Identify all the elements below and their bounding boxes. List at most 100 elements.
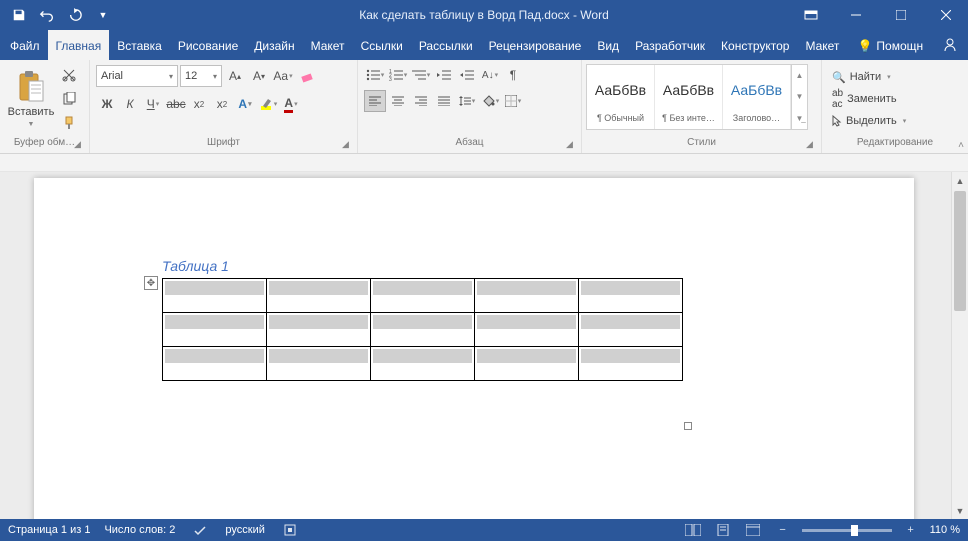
paste-button[interactable]: Вставить ▼ <box>6 64 56 134</box>
increase-indent-button[interactable] <box>456 64 478 86</box>
ribbon-display-button[interactable] <box>788 0 833 30</box>
table-row[interactable] <box>163 347 683 381</box>
zoom-slider-knob[interactable] <box>851 525 858 536</box>
status-word-count[interactable]: Число слов: 2 <box>104 524 175 536</box>
zoom-out-button[interactable]: − <box>772 521 794 539</box>
table-row[interactable] <box>163 313 683 347</box>
status-language[interactable]: русский <box>225 524 264 536</box>
replace-button[interactable]: abacЗаменить <box>828 88 901 110</box>
styles-expand[interactable]: ▼̲ <box>792 108 807 129</box>
bold-button[interactable]: Ж <box>96 93 118 115</box>
styles-scroll-down[interactable]: ▼ <box>792 86 807 107</box>
align-center-button[interactable] <box>387 90 409 112</box>
paragraph-dialog-launcher[interactable]: ◢ <box>566 139 578 151</box>
qat-customize-button[interactable]: ▼ <box>90 2 116 28</box>
status-page[interactable]: Страница 1 из 1 <box>8 524 90 536</box>
justify-button[interactable] <box>433 90 455 112</box>
grow-font-button[interactable]: A▴ <box>224 65 246 87</box>
highlight-button[interactable] <box>257 93 279 115</box>
read-mode-button[interactable] <box>682 521 704 539</box>
styles-dialog-launcher[interactable]: ◢ <box>806 139 818 151</box>
tab-home[interactable]: Главная <box>48 30 110 60</box>
save-button[interactable] <box>6 2 32 28</box>
style-no-spacing[interactable]: АаБбВв¶ Без инте… <box>655 65 723 129</box>
minimize-button[interactable] <box>833 0 878 30</box>
document-workspace[interactable]: Таблица 1 ✥ <box>0 172 951 519</box>
underline-button[interactable]: Ч <box>142 93 164 115</box>
italic-button[interactable]: К <box>119 93 141 115</box>
page: Таблица 1 ✥ <box>34 178 914 519</box>
scroll-thumb[interactable] <box>954 191 966 311</box>
shrink-font-button[interactable]: A▾ <box>248 65 270 87</box>
align-left-button[interactable] <box>364 90 386 112</box>
collapse-ribbon-button[interactable]: ˄ <box>958 140 964 151</box>
tab-view[interactable]: Вид <box>589 30 627 60</box>
print-layout-button[interactable] <box>712 521 734 539</box>
sort-button[interactable]: A↓ <box>479 64 501 86</box>
font-color-button[interactable]: A <box>280 93 302 115</box>
maximize-button[interactable] <box>878 0 923 30</box>
tab-table-layout[interactable]: Макет <box>797 30 847 60</box>
tab-draw[interactable]: Рисование <box>170 30 246 60</box>
close-button[interactable] <box>923 0 968 30</box>
zoom-slider[interactable] <box>802 529 892 532</box>
tab-references[interactable]: Ссылки <box>353 30 411 60</box>
shading-button[interactable] <box>479 90 501 112</box>
scroll-up-button[interactable]: ▲ <box>952 172 968 189</box>
styles-scroll-up[interactable]: ▲ <box>792 65 807 86</box>
change-case-button[interactable]: Aa <box>272 65 294 87</box>
line-spacing-button[interactable] <box>456 90 478 112</box>
copy-button[interactable] <box>58 88 80 110</box>
borders-button[interactable] <box>502 90 524 112</box>
redo-button[interactable] <box>62 2 88 28</box>
zoom-in-button[interactable]: + <box>900 521 922 539</box>
table-caption[interactable]: Таблица 1 <box>162 258 683 274</box>
lightbulb-icon: 💡 <box>857 39 872 53</box>
multilevel-list-button[interactable] <box>410 64 432 86</box>
vertical-scrollbar[interactable]: ▲ ▼ <box>951 172 968 519</box>
subscript-button[interactable]: x2 <box>188 93 210 115</box>
paste-label: Вставить <box>8 106 55 118</box>
cut-button[interactable] <box>58 64 80 86</box>
table-move-handle[interactable]: ✥ <box>144 276 158 290</box>
bullets-button[interactable] <box>364 64 386 86</box>
table-resize-handle[interactable] <box>684 422 692 430</box>
find-button[interactable]: 🔍Найти▾ <box>828 66 895 88</box>
font-dialog-launcher[interactable]: ◢ <box>342 139 354 151</box>
scroll-track[interactable] <box>952 189 968 502</box>
text-effects-button[interactable]: A <box>234 93 256 115</box>
tab-mailings[interactable]: Рассылки <box>411 30 481 60</box>
macro-record-button[interactable] <box>279 521 301 539</box>
tab-review[interactable]: Рецензирование <box>481 30 590 60</box>
scroll-down-button[interactable]: ▼ <box>952 502 968 519</box>
web-layout-button[interactable] <box>742 521 764 539</box>
select-button[interactable]: Выделить▾ <box>828 110 910 132</box>
document-table[interactable] <box>162 278 683 381</box>
table-row[interactable] <box>163 279 683 313</box>
numbering-button[interactable]: 123 <box>387 64 409 86</box>
align-right-button[interactable] <box>410 90 432 112</box>
decrease-indent-button[interactable] <box>433 64 455 86</box>
tab-insert[interactable]: Вставка <box>109 30 170 60</box>
tab-layout[interactable]: Макет <box>303 30 353 60</box>
spellcheck-button[interactable] <box>189 521 211 539</box>
tab-design[interactable]: Дизайн <box>246 30 302 60</box>
clear-formatting-button[interactable] <box>296 65 318 87</box>
strikethrough-button[interactable]: abc <box>165 93 187 115</box>
style-normal[interactable]: АаБбВв¶ Обычный <box>587 65 655 129</box>
tab-file[interactable]: Файл <box>2 30 48 60</box>
clipboard-dialog-launcher[interactable]: ◢ <box>74 139 86 151</box>
tell-me-search[interactable]: 💡Помощн <box>849 30 931 60</box>
share-button[interactable] <box>931 30 968 60</box>
font-name-combo[interactable]: Arial▾ <box>96 65 178 87</box>
show-marks-button[interactable]: ¶ <box>502 64 524 86</box>
superscript-button[interactable]: x2 <box>211 93 233 115</box>
tab-developer[interactable]: Разработчик <box>627 30 713 60</box>
format-painter-button[interactable] <box>58 112 80 134</box>
style-heading1[interactable]: АаБбВвЗаголово… <box>723 65 791 129</box>
ribbon: Вставить ▼ Буфер обм… ◢ Arial▾ 12▾ A▴ A▾… <box>0 60 968 154</box>
tab-table-design[interactable]: Конструктор <box>713 30 797 60</box>
font-size-combo[interactable]: 12▾ <box>180 65 222 87</box>
undo-button[interactable] <box>34 2 60 28</box>
zoom-value[interactable]: 110 % <box>930 524 960 536</box>
